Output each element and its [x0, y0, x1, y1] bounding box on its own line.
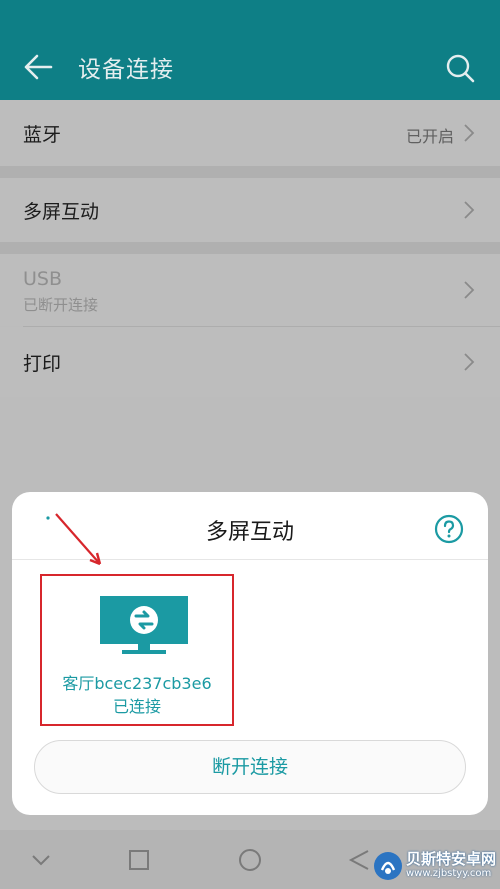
watermark-text: 贝斯特安卓网 [406, 850, 497, 868]
arrow-left-icon[interactable] [22, 52, 54, 82]
chevron-right-icon [464, 201, 475, 219]
bluetooth-status: 已开启 [405, 127, 454, 146]
watermark-url: www.zjbstyy.com [406, 868, 492, 879]
print-row[interactable]: 打印 [0, 327, 500, 397]
chevron-right-icon [464, 281, 475, 299]
usb-row[interactable]: USB 已断开连接 [0, 254, 500, 326]
tv-cast-icon [100, 596, 188, 654]
section-gap [0, 166, 500, 178]
device-name: 客厅bcec237cb3e6 [62, 674, 212, 693]
search-icon[interactable] [444, 52, 476, 84]
bluetooth-label: 蓝牙 [23, 124, 62, 146]
dialog-separator [12, 559, 488, 560]
chevron-down-icon[interactable] [28, 847, 54, 873]
multiscreen-label: 多屏互动 [23, 201, 100, 223]
chevron-right-icon [464, 353, 475, 371]
section-gap [0, 242, 500, 254]
page-title: 设备连接 [78, 57, 174, 83]
usb-status: 已断开连接 [23, 296, 99, 314]
chevron-right-icon [464, 124, 475, 142]
back-triangle-icon[interactable] [346, 847, 372, 873]
square-icon[interactable] [126, 847, 152, 873]
bluetooth-row[interactable]: 蓝牙 已开启 [0, 100, 500, 166]
watermark-logo-icon [374, 852, 402, 880]
watermark: 贝斯特安卓网 www.zjbstyy.com [372, 848, 498, 886]
disconnect-button[interactable]: 断开连接 [34, 740, 466, 794]
dialog-title: 多屏互动 [205, 520, 294, 545]
question-circle-icon[interactable] [434, 514, 464, 544]
device-status: 已连接 [112, 697, 161, 716]
usb-label: USB [23, 268, 63, 290]
app-bar: 设备连接 [0, 0, 500, 100]
multiscreen-row[interactable]: 多屏互动 [0, 178, 500, 242]
circle-icon[interactable] [237, 847, 263, 873]
device-card[interactable]: 客厅bcec237cb3e6 已连接 [40, 574, 234, 726]
print-label: 打印 [23, 353, 62, 375]
multiscreen-dialog: 多屏互动 客厅bcec237cb3e6 已连接 断开连接 [12, 492, 488, 815]
